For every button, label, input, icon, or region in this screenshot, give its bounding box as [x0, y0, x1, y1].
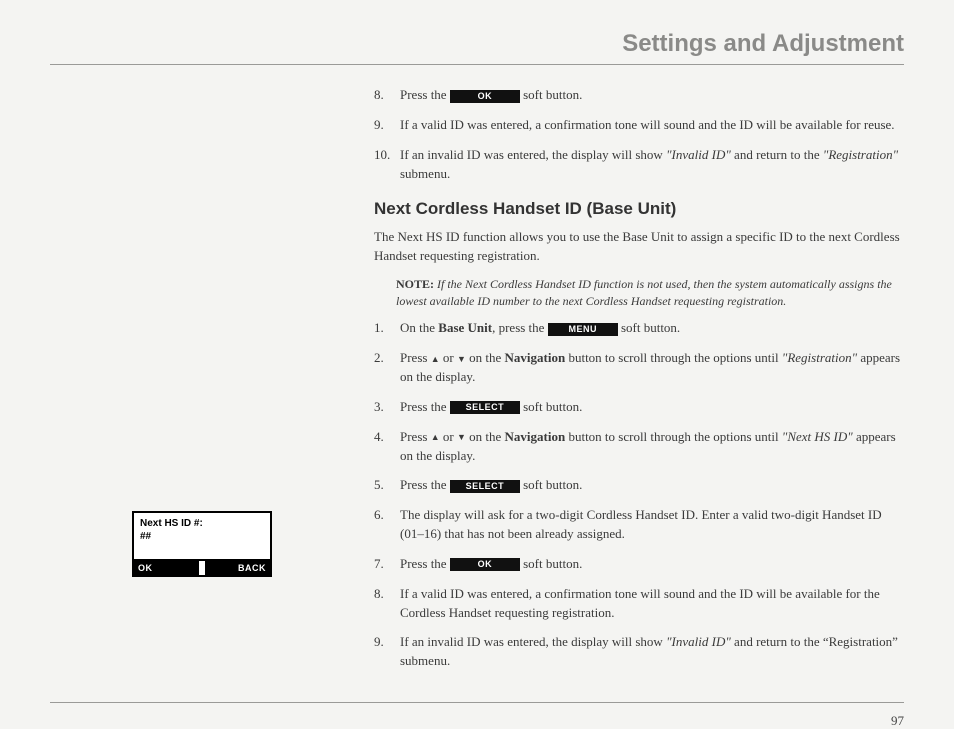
step-number: 1. [374, 319, 400, 338]
lcd-softkey-right: BACK [205, 561, 270, 575]
text-fragment: or [440, 350, 457, 365]
step-number: 6. [374, 506, 400, 544]
step-7: 7. Press the OK soft button. [374, 555, 904, 574]
text-fragment: soft button. [520, 399, 582, 414]
step-number: 9. [374, 116, 400, 135]
step-text: If an invalid ID was entered, the displa… [400, 633, 904, 671]
text-fragment: If an invalid ID was entered, the displa… [400, 634, 666, 649]
step-4: 4. Press ▲ or ▼ on the Navigation button… [374, 428, 904, 466]
note-block: NOTE: If the Next Cordless Handset ID fu… [396, 276, 904, 310]
left-column: Next HS ID #: ## OK BACK [50, 79, 350, 682]
text-fragment: button to scroll through the options unt… [565, 350, 782, 365]
step-text: Press the SELECT soft button. [400, 398, 904, 417]
text-fragment: on the [466, 429, 505, 444]
text-fragment: soft button. [520, 87, 582, 102]
text-fragment: or [440, 429, 457, 444]
lcd-body: Next HS ID #: ## [134, 513, 270, 559]
step-number: 8. [374, 86, 400, 105]
divider-top [50, 64, 904, 65]
ok-soft-button-icon: OK [450, 90, 520, 103]
step-number: 3. [374, 398, 400, 417]
lcd-softkey-left: OK [134, 561, 205, 575]
section-heading: Next Cordless Handset ID (Base Unit) [374, 197, 904, 222]
section-intro: The Next HS ID function allows you to us… [374, 228, 904, 266]
step-2: 2. Press ▲ or ▼ on the Navigation button… [374, 349, 904, 387]
step-5: 5. Press the SELECT soft button. [374, 476, 904, 495]
text-fragment: soft button. [520, 477, 582, 492]
lcd-footer: OK BACK [134, 559, 270, 575]
step-number: 2. [374, 349, 400, 387]
continued-steps-list: 8. Press the OK soft button. 9. If a val… [374, 86, 904, 183]
step-text: If an invalid ID was entered, the displa… [400, 146, 904, 184]
text-fragment: button to scroll through the options unt… [565, 429, 782, 444]
step-text: Press ▲ or ▼ on the Navigation button to… [400, 428, 904, 466]
step-text: Press the OK soft button. [400, 86, 904, 105]
step-number: 8. [374, 585, 400, 623]
select-soft-button-icon: SELECT [450, 401, 520, 414]
step-9: 9. If an invalid ID was entered, the dis… [374, 633, 904, 671]
step-10-top: 10. If an invalid ID was entered, the di… [374, 146, 904, 184]
lcd-line-1: Next HS ID #: [140, 517, 264, 530]
text-fragment: , press the [492, 320, 548, 335]
page-body: Next HS ID #: ## OK BACK 8. Press the OK… [50, 79, 904, 682]
note-label: NOTE: [396, 277, 434, 291]
page-header-title: Settings and Adjustment [50, 30, 904, 58]
down-arrow-icon: ▼ [457, 431, 466, 444]
up-arrow-icon: ▲ [431, 431, 440, 444]
ok-soft-button-icon: OK [450, 558, 520, 571]
text-fragment: and return to the [731, 147, 823, 162]
quoted-term: "Registration" [823, 147, 898, 162]
step-number: 9. [374, 633, 400, 671]
divider-bottom [50, 702, 904, 703]
procedure-steps-list: 1. On the Base Unit, press the MENU soft… [374, 319, 904, 671]
step-8: 8. If a valid ID was entered, a confirma… [374, 585, 904, 623]
down-arrow-icon: ▼ [457, 353, 466, 366]
step-6: 6. The display will ask for a two-digit … [374, 506, 904, 544]
text-fragment: Press the [400, 399, 450, 414]
up-arrow-icon: ▲ [431, 353, 440, 366]
bold-term: Navigation [505, 429, 566, 444]
step-8-top: 8. Press the OK soft button. [374, 86, 904, 105]
step-number: 7. [374, 555, 400, 574]
step-text: If a valid ID was entered, a confirmatio… [400, 585, 904, 623]
note-text: If the Next Cordless Handset ID function… [396, 277, 892, 308]
step-text: Press the OK soft button. [400, 555, 904, 574]
step-text: The display will ask for a two-digit Cor… [400, 506, 904, 544]
step-text: Press ▲ or ▼ on the Navigation button to… [400, 349, 904, 387]
step-9-top: 9. If a valid ID was entered, a confirma… [374, 116, 904, 135]
lcd-display: Next HS ID #: ## OK BACK [132, 511, 272, 577]
step-text: If a valid ID was entered, a confirmatio… [400, 116, 904, 135]
step-number: 4. [374, 428, 400, 466]
text-fragment: On the [400, 320, 438, 335]
step-text: Press the SELECT soft button. [400, 476, 904, 495]
step-text: On the Base Unit, press the MENU soft bu… [400, 319, 904, 338]
text-fragment: soft button. [520, 556, 582, 571]
step-number: 5. [374, 476, 400, 495]
lcd-line-2: ## [140, 530, 264, 543]
text-fragment: Press the [400, 556, 450, 571]
menu-soft-button-icon: MENU [548, 323, 618, 336]
text-fragment: Press the [400, 87, 450, 102]
bold-term: Base Unit [438, 320, 492, 335]
quoted-term: "Registration" [782, 350, 857, 365]
text-fragment: on the [466, 350, 505, 365]
step-number: 10. [374, 146, 400, 184]
quoted-term: "Invalid ID" [666, 147, 731, 162]
bold-term: Navigation [505, 350, 566, 365]
step-1: 1. On the Base Unit, press the MENU soft… [374, 319, 904, 338]
select-soft-button-icon: SELECT [450, 480, 520, 493]
quoted-term: "Next HS ID" [782, 429, 853, 444]
text-fragment: If an invalid ID was entered, the displa… [400, 147, 666, 162]
step-3: 3. Press the SELECT soft button. [374, 398, 904, 417]
text-fragment: soft button. [618, 320, 680, 335]
text-fragment: Press [400, 429, 431, 444]
page-number: 97 [50, 713, 904, 729]
right-column: 8. Press the OK soft button. 9. If a val… [374, 79, 904, 682]
quoted-term: "Invalid ID" [666, 634, 731, 649]
text-fragment: submenu. [400, 166, 450, 181]
text-fragment: Press the [400, 477, 450, 492]
text-fragment: Press [400, 350, 431, 365]
